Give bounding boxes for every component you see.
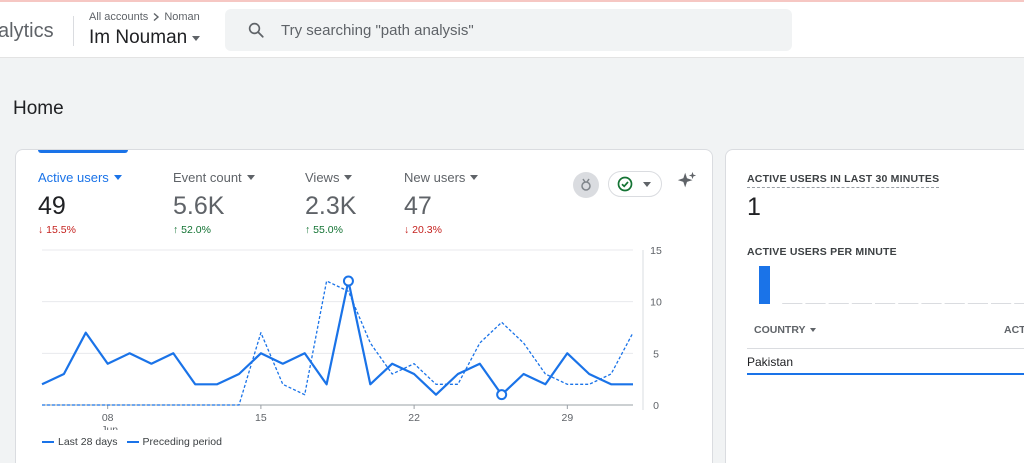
y-tick-label: 0 bbox=[653, 400, 659, 412]
y-tick-label: 10 bbox=[650, 297, 662, 309]
country-header-label: COUNTRY bbox=[754, 324, 806, 336]
per-minute-title: ACTIVE USERS PER MINUTE bbox=[747, 246, 897, 258]
per-minute-bar bbox=[898, 303, 919, 304]
table-row: Pakistan bbox=[747, 355, 794, 369]
search-bar[interactable] bbox=[225, 9, 792, 51]
realtime-value: 1 bbox=[747, 193, 761, 221]
per-minute-bar bbox=[991, 303, 1012, 304]
data-point-marker bbox=[342, 275, 354, 287]
series-line-preceding bbox=[42, 280, 634, 406]
sort-caret-icon bbox=[809, 328, 816, 332]
search-input[interactable] bbox=[281, 21, 731, 39]
dropdown-caret-icon bbox=[192, 35, 201, 41]
top-bar: alytics All accounts Noman Im Nouman bbox=[0, 2, 1024, 58]
property-name: Im Nouman bbox=[89, 27, 188, 48]
x-tick-sublabel: Jun bbox=[101, 424, 118, 430]
x-tick-label: 29 bbox=[561, 412, 573, 424]
chevron-right-icon bbox=[153, 12, 160, 22]
breadcrumb-account[interactable]: Noman bbox=[164, 11, 199, 23]
per-minute-bar bbox=[782, 303, 803, 304]
users-line-chart: 0 5 10 15 08Jun 15 22 29 bbox=[41, 245, 662, 430]
y-tick-label: 15 bbox=[650, 245, 662, 257]
per-minute-bar bbox=[805, 303, 826, 304]
x-tick-label: 22 bbox=[408, 412, 420, 424]
row-value-bar bbox=[747, 373, 1024, 375]
x-tick-label: 15 bbox=[255, 412, 267, 424]
legend-current: Last 28 days bbox=[42, 436, 118, 448]
per-minute-bar-chart bbox=[759, 266, 1024, 304]
per-minute-bar bbox=[944, 303, 965, 304]
x-tick-label: 08 bbox=[102, 412, 114, 424]
y-tick-label: 5 bbox=[653, 348, 659, 360]
legend-previous-label: Preceding period bbox=[142, 436, 222, 448]
app-name: alytics bbox=[0, 20, 54, 42]
legend-dashed-swatch bbox=[126, 441, 139, 443]
legend-previous: Preceding period bbox=[126, 436, 222, 448]
per-minute-bar bbox=[851, 303, 872, 304]
overview-card: Active users 49 ↓ 15.5% Event count 5.6K… bbox=[15, 149, 713, 463]
per-minute-bar bbox=[759, 266, 770, 304]
per-minute-bar bbox=[921, 303, 942, 304]
per-minute-bar bbox=[1014, 303, 1024, 304]
realtime-card: ACTIVE USERS IN LAST 30 MINUTES 1 ACTIVE… bbox=[725, 149, 1024, 463]
realtime-title[interactable]: ACTIVE USERS IN LAST 30 MINUTES bbox=[747, 173, 940, 188]
value-header-label: ACT bbox=[1004, 324, 1024, 336]
page-title: Home bbox=[13, 98, 64, 119]
property-selector[interactable]: Im Nouman bbox=[89, 27, 201, 49]
country-column-header[interactable]: COUNTRY bbox=[754, 324, 816, 336]
legend-current-label: Last 28 days bbox=[58, 436, 118, 448]
per-minute-bar bbox=[875, 303, 896, 304]
value-column-header[interactable]: ACT bbox=[1004, 324, 1024, 336]
chart-legend: Last 28 days Preceding period bbox=[42, 436, 231, 448]
breadcrumb-all-accounts[interactable]: All accounts bbox=[89, 11, 148, 23]
header-divider bbox=[73, 16, 74, 46]
search-icon bbox=[248, 22, 264, 38]
series-line-current bbox=[41, 279, 633, 396]
legend-solid-swatch bbox=[42, 441, 54, 443]
account-breadcrumb[interactable]: All accounts Noman bbox=[89, 11, 200, 23]
per-minute-bar bbox=[967, 303, 988, 304]
table-divider bbox=[747, 348, 1024, 349]
data-point-marker bbox=[496, 389, 508, 401]
per-minute-bar bbox=[828, 303, 849, 304]
